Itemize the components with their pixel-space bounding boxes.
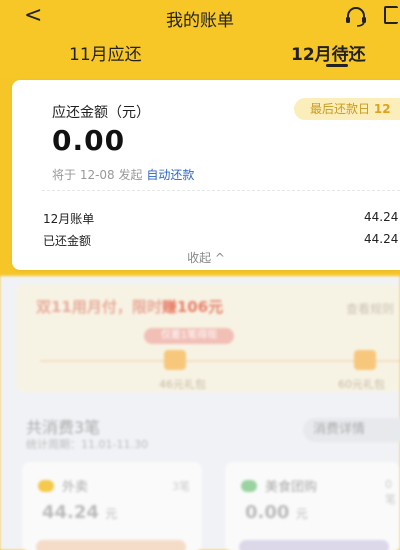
- page-title: 我的账单: [166, 11, 234, 31]
- due-date-badge: 最后还款日 12: [294, 98, 400, 120]
- auto-repay-link[interactable]: 自动还款: [146, 168, 194, 182]
- tab-december[interactable]: 12月待还: [291, 40, 366, 65]
- category-amount: 44.24 元: [42, 502, 117, 523]
- corner-icon[interactable]: [384, 6, 398, 24]
- due-date-day: 12: [373, 102, 391, 116]
- category-amount-value: 44.24: [42, 502, 99, 523]
- promo-title-highlight: 赚106元: [161, 298, 224, 316]
- spending-detail-button[interactable]: 消费详情: [303, 418, 400, 442]
- collapse-button[interactable]: 收起 ^: [12, 249, 400, 266]
- category-amount-value: 0.00: [245, 502, 290, 523]
- category-amount-unit: 元: [105, 507, 118, 521]
- auto-repay-prefix: 将于 12-08 发起: [52, 168, 143, 182]
- bill-row-value: 44.24: [364, 210, 399, 224]
- lower-section: 双11用月付，限时赚106元 查看规则 仅差1笔得现 46元礼包 60元礼包 共…: [0, 276, 400, 550]
- category-count: 0笔: [385, 478, 396, 506]
- active-tab-indicator: [326, 64, 348, 67]
- auto-repay-text: 将于 12-08 发起 自动还款: [52, 166, 194, 183]
- repaid-row: 已还金额 44.24: [43, 232, 400, 249]
- due-date-prefix: 最后还款日: [310, 102, 371, 116]
- takeout-icon: [38, 480, 54, 492]
- gift-label: 46元礼包: [159, 378, 206, 391]
- promo-title-main: 双11用月付，限时: [36, 298, 162, 316]
- group-buy-icon: [241, 480, 257, 492]
- amount-value: 0.00: [52, 124, 126, 157]
- category-amount-unit: 元: [295, 507, 308, 521]
- spending-title: 共消费3笔: [26, 418, 101, 437]
- gift-icon: [354, 350, 376, 370]
- tab-november[interactable]: 11月应还: [69, 40, 142, 65]
- repaid-row-label: 已还金额: [43, 234, 92, 248]
- bill-row-label: 12月账单: [43, 212, 95, 226]
- bill-card: 应还金额（元） 最后还款日 12 0.00 将于 12-08 发起 自动还款 1…: [12, 80, 400, 270]
- repaid-row-value: 44.24: [364, 232, 399, 246]
- category-count: 3笔: [172, 480, 190, 493]
- header: < 我的账单 11月应还 12月待还: [0, 0, 400, 78]
- promo-title: 双11用月付，限时赚106元: [36, 296, 223, 317]
- promo-banner[interactable]: 双11用月付，限时赚106元 查看规则 仅差1笔得现 46元礼包 60元礼包: [16, 284, 400, 392]
- bill-row: 12月账单 44.24: [43, 210, 400, 227]
- promo-rules-link[interactable]: 查看规则: [346, 300, 394, 317]
- promo-progress-line: [40, 360, 400, 362]
- spending-period: 统计周期：11.01-11.30: [26, 438, 148, 451]
- amount-label: 应还金额（元）: [52, 105, 150, 121]
- category-card-group-buy[interactable]: 美食团购 0笔 0.00 元: [225, 462, 400, 550]
- gift-icon: [164, 350, 186, 370]
- customer-service-icon[interactable]: [344, 7, 368, 27]
- category-name: 美食团购: [265, 480, 318, 495]
- category-strip: [36, 540, 186, 550]
- category-name: 外卖: [62, 480, 89, 495]
- category-strip: [239, 540, 389, 550]
- divider: [42, 190, 400, 191]
- category-amount: 0.00 元: [245, 502, 308, 523]
- promo-progress-pill: 仅差1笔得现: [144, 328, 234, 344]
- gift-label: 60元礼包: [338, 378, 385, 391]
- category-card-takeout[interactable]: 外卖 3笔 44.24 元: [22, 462, 202, 550]
